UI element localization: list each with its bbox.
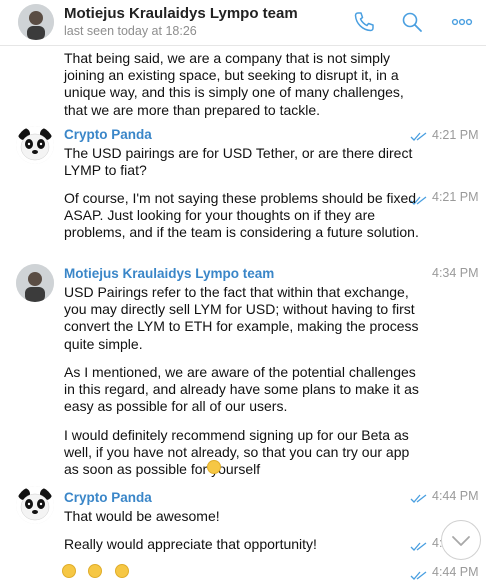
grin-emoji-icon xyxy=(62,564,76,578)
read-ticks-icon xyxy=(410,491,428,503)
contact-avatar[interactable] xyxy=(18,4,54,40)
last-seen-status: last seen today at 18:26 xyxy=(64,24,197,38)
sender-name[interactable]: Crypto Panda xyxy=(64,127,152,142)
chevron-down-icon xyxy=(452,536,470,546)
panda-avatar[interactable] xyxy=(16,486,54,524)
read-ticks-icon xyxy=(410,539,428,551)
panda-avatar[interactable] xyxy=(16,126,54,164)
chat-header: Motiejus Kraulaidys Lympo team last seen… xyxy=(0,0,486,46)
grin-emoji-icon xyxy=(88,564,103,578)
message-text: That being said, we are a company that i… xyxy=(64,50,404,118)
message-time: 4:21 PM xyxy=(432,128,479,142)
smile-emoji-icon xyxy=(207,460,221,474)
message-text: As I mentioned, we are aware of the pote… xyxy=(64,364,419,415)
sender-name[interactable]: Crypto Panda xyxy=(64,490,152,505)
motiejus-avatar[interactable] xyxy=(16,264,54,302)
emoji-message xyxy=(62,564,137,580)
message-text: Really would appreciate that opportunity… xyxy=(64,536,317,552)
scroll-down-button[interactable] xyxy=(441,520,481,560)
sender-name[interactable]: Motiejus Kraulaidys Lympo team xyxy=(64,266,274,281)
phone-icon[interactable] xyxy=(352,10,376,34)
message-text: I would definitely recommend signing up … xyxy=(64,427,410,478)
message-text: The USD pairings are for USD Tether, or … xyxy=(64,145,413,179)
message-time: 4:44 PM xyxy=(432,489,479,503)
message-time: 4:44 PM xyxy=(432,565,479,579)
read-ticks-icon xyxy=(410,568,428,580)
message-time: 4:34 PM xyxy=(432,266,479,280)
message-text: USD Pairings refer to the fact that with… xyxy=(64,284,419,352)
message-text: That would be awesome! xyxy=(64,508,220,524)
more-icon[interactable] xyxy=(450,10,474,34)
chat-title[interactable]: Motiejus Kraulaidys Lympo team xyxy=(64,5,298,22)
message-text: Of course, I'm not saying these problems… xyxy=(64,190,419,241)
grin-emoji-icon xyxy=(114,564,129,578)
message-list[interactable]: That being said, we are a company that i… xyxy=(0,46,486,585)
message-time: 4:21 PM xyxy=(432,190,479,204)
search-icon[interactable] xyxy=(400,10,424,34)
read-ticks-icon xyxy=(410,129,428,141)
